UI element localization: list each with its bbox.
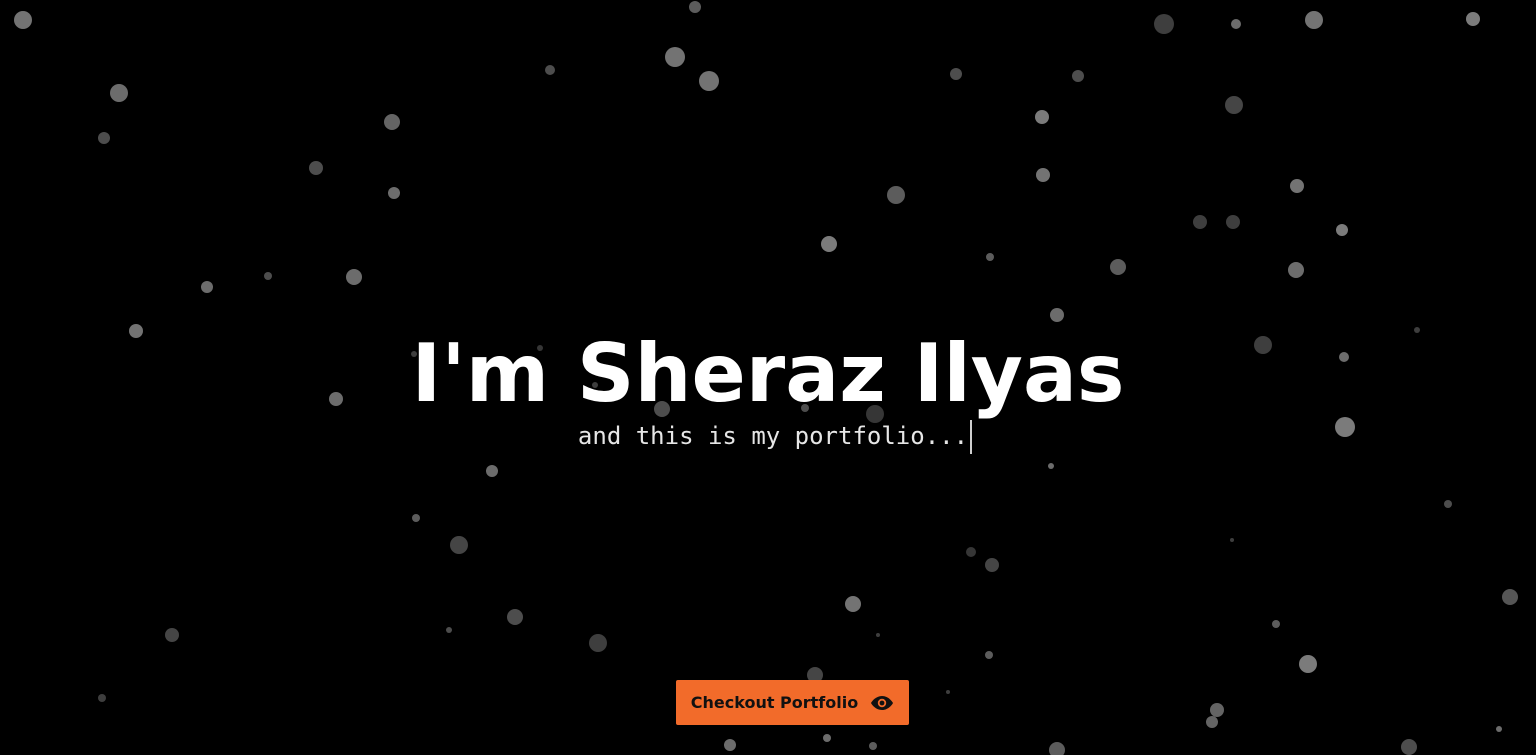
particle-dot (1050, 308, 1064, 322)
particle-dot (985, 558, 999, 572)
particle-dot (589, 634, 607, 652)
particle-dot (1496, 726, 1502, 732)
particle-dot (507, 609, 523, 625)
checkout-portfolio-label: Checkout Portfolio (690, 693, 859, 712)
particle-dot (1502, 589, 1518, 605)
checkout-portfolio-button[interactable]: Checkout Portfolio (676, 680, 909, 725)
particle-dot (869, 742, 877, 750)
particle-dot (966, 547, 976, 557)
particle-dot (1305, 11, 1323, 29)
particle-dot (384, 114, 400, 130)
particle-dot (1193, 215, 1207, 229)
particle-dot (1336, 224, 1348, 236)
particle-dot (110, 84, 128, 102)
particle-dot (1225, 96, 1243, 114)
particle-dot (665, 47, 685, 67)
particle-dot (985, 651, 993, 659)
hero-subtitle-wrapper: and this is my portfolio... (0, 420, 1536, 454)
particle-dot (545, 65, 555, 75)
hero-subtitle: and this is my portfolio... (577, 422, 969, 450)
particle-dot (264, 272, 272, 280)
particle-dot (1444, 500, 1452, 508)
particle-dot (1048, 463, 1054, 469)
particle-dot (14, 11, 32, 29)
particle-dot (1226, 215, 1240, 229)
particle-dot (1466, 12, 1480, 26)
particle-dot (446, 627, 452, 633)
particle-dot (1049, 742, 1065, 755)
particle-dot (946, 690, 950, 694)
particle-dot (1210, 703, 1224, 717)
particle-dot (986, 253, 994, 261)
particle-dot (486, 465, 498, 477)
particle-dot (1036, 168, 1050, 182)
particle-dot (1110, 259, 1126, 275)
particle-dot (1401, 739, 1417, 755)
hero-section: I'm Sheraz Ilyas and this is my portfoli… (0, 0, 1536, 755)
particle-dot (845, 596, 861, 612)
particle-dot (876, 633, 880, 637)
particle-dot (1154, 14, 1174, 34)
particle-dot (823, 734, 831, 742)
particle-dot (699, 71, 719, 91)
particle-dot (1288, 262, 1304, 278)
particle-dot (1290, 179, 1304, 193)
particle-dot (689, 1, 701, 13)
hero-title: I'm Sheraz Ilyas (411, 327, 1125, 420)
particle-dot (201, 281, 213, 293)
typing-cursor (970, 420, 973, 454)
particle-dot (1072, 70, 1084, 82)
particle-dot (950, 68, 962, 80)
particle-dot (887, 186, 905, 204)
particle-dot (309, 161, 323, 175)
particle-dot (1230, 538, 1234, 542)
particle-dot (412, 514, 420, 522)
particle-dot (724, 739, 736, 751)
particle-dot (388, 187, 400, 199)
particle-dot (450, 536, 468, 554)
particle-dot (821, 236, 837, 252)
particle-dot (346, 269, 362, 285)
particle-dot (1272, 620, 1280, 628)
particle-dot (1299, 655, 1317, 673)
eye-icon (870, 695, 894, 711)
particle-dot (98, 132, 110, 144)
particle-dot (98, 694, 106, 702)
particle-dot (1035, 110, 1049, 124)
particle-dot (1206, 716, 1218, 728)
particle-dot (1231, 19, 1241, 29)
particle-dot (165, 628, 179, 642)
